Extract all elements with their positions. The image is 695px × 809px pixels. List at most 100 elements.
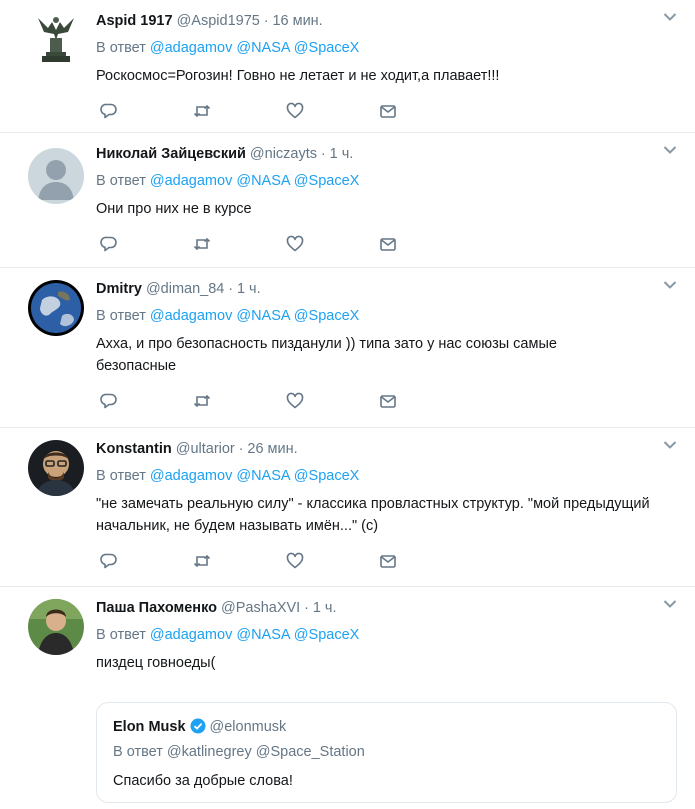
retweet-button[interactable] (189, 389, 282, 413)
retweet-button[interactable] (189, 99, 282, 123)
mention-link[interactable]: @NASA (236, 173, 289, 189)
like-button[interactable] (282, 99, 375, 123)
retweet-icon (193, 394, 211, 408)
avatar[interactable] (28, 148, 84, 204)
chevron-down-icon[interactable] (663, 440, 677, 450)
tweet-actions (96, 232, 683, 256)
mention-link[interactable]: @SpaceX (294, 627, 360, 643)
chevron-down-icon[interactable] (663, 145, 677, 155)
mention-link[interactable]: @adagamov (150, 627, 232, 643)
mention-link[interactable]: @SpaceX (294, 308, 360, 324)
mention-link[interactable]: @NASA (236, 308, 289, 324)
reply-icon (100, 553, 117, 569)
tweet[interactable]: Николай Зайцевский @niczayts · 1 ч. В отв… (0, 133, 695, 268)
mention-link[interactable]: @NASA (236, 40, 289, 56)
reply-prefix: В ответ (96, 173, 146, 189)
reply-button[interactable] (96, 389, 189, 413)
mention-link[interactable]: @NASA (236, 468, 289, 484)
tweet[interactable]: Dmitry @diman_84 · 1 ч. В ответ @adagamov… (0, 268, 695, 428)
mention-link[interactable]: @adagamov (150, 40, 232, 56)
separator-dot: · (238, 441, 244, 457)
envelope-icon (380, 105, 396, 118)
avatar[interactable] (28, 10, 84, 66)
separator-dot: · (228, 281, 234, 297)
quoted-tweet-header: Elon Musk @elonmusk (113, 715, 660, 737)
user-handle[interactable]: @diman_84 (146, 281, 224, 297)
user-handle[interactable]: @Aspid1975 (177, 13, 260, 29)
reply-icon (100, 103, 117, 119)
separator-dot: · (320, 146, 326, 162)
reply-button[interactable] (96, 99, 189, 123)
reply-prefix: В ответ (113, 744, 163, 760)
mention-link[interactable]: @NASA (236, 627, 289, 643)
mention-text: @katlinegrey (166, 744, 252, 760)
reply-button[interactable] (96, 232, 189, 256)
reply-context: В ответ @adagamov @NASA @SpaceX (96, 171, 683, 191)
retweet-icon (193, 104, 211, 118)
reply-button[interactable] (96, 549, 189, 573)
separator-dot: · (304, 600, 309, 616)
chevron-down-icon[interactable] (663, 280, 677, 290)
mention-link[interactable]: @adagamov (150, 468, 232, 484)
avatar[interactable] (28, 440, 84, 496)
retweet-button[interactable] (189, 232, 282, 256)
like-button[interactable] (282, 389, 375, 413)
user-name[interactable]: Николай Зайцевский (96, 146, 246, 162)
quoted-user-handle: @elonmusk (209, 719, 287, 735)
mention-link[interactable]: @SpaceX (294, 173, 360, 189)
tweet-actions (96, 99, 683, 123)
avatar[interactable] (28, 280, 84, 336)
tweet[interactable]: Konstantin @ultarior · 26 мин. В ответ @a… (0, 428, 695, 587)
tweet-header: Николай Зайцевский @niczayts · 1 ч. (96, 143, 683, 163)
user-handle[interactable]: @PashaXVI (221, 600, 300, 616)
user-name[interactable]: Konstantin (96, 441, 172, 457)
reply-prefix: В ответ (96, 40, 146, 56)
envelope-icon (380, 555, 396, 568)
user-name[interactable]: Dmitry (96, 281, 142, 297)
retweet-button[interactable] (189, 549, 282, 573)
quoted-reply-context: В ответ @katlinegrey @Space_Station (113, 742, 660, 762)
mention-link[interactable]: @adagamov (150, 308, 232, 324)
tweet[interactable]: Aspid 1917 @Aspid1975 · 16 мин. В ответ @… (0, 0, 695, 133)
quoted-tweet-text: Спасибо за добрые слова! (113, 773, 293, 789)
mention-text: @Space_Station (255, 744, 365, 760)
heart-icon (286, 552, 304, 569)
user-handle[interactable]: @ultarior (176, 441, 235, 457)
message-button[interactable] (375, 232, 468, 256)
tweet-header: Konstantin @ultarior · 26 мин. (96, 438, 683, 458)
separator-dot: · (263, 13, 269, 29)
quoted-tweet[interactable]: Elon Musk @elonmusk В ответ @katlinegrey … (96, 702, 677, 803)
like-button[interactable] (282, 232, 375, 256)
tweet-text: Ахха, и про безопасность пизданули )) ти… (96, 336, 557, 374)
quoted-user-name: Elon Musk (113, 719, 186, 735)
user-name[interactable]: Паша Пахоменко (96, 600, 217, 616)
tweet-time[interactable]: 1 ч. (313, 600, 337, 616)
tweet[interactable]: Паша Пахоменко @PashaXVI · 1 ч. В ответ @… (0, 587, 695, 809)
reply-icon (100, 236, 117, 252)
message-button[interactable] (375, 549, 468, 573)
tweet-actions (96, 549, 683, 573)
avatar[interactable] (28, 599, 84, 655)
mention-link[interactable]: @SpaceX (294, 40, 360, 56)
tweet-text: "не замечать реальную силу" - классика п… (96, 496, 650, 534)
user-name[interactable]: Aspid 1917 (96, 13, 173, 29)
tweet-time[interactable]: 1 ч. (237, 281, 261, 297)
message-button[interactable] (375, 99, 468, 123)
chevron-down-icon[interactable] (663, 12, 677, 22)
verified-badge-icon (190, 718, 206, 734)
heart-icon (286, 235, 304, 252)
tweet-header: Dmitry @diman_84 · 1 ч. (96, 278, 683, 298)
chevron-down-icon[interactable] (663, 599, 677, 609)
mention-link[interactable]: @SpaceX (294, 468, 360, 484)
heart-icon (286, 392, 304, 409)
tweet-time[interactable]: 1 ч. (330, 146, 354, 162)
message-button[interactable] (375, 389, 468, 413)
tweet-time[interactable]: 16 мин. (272, 13, 322, 29)
mention-link[interactable]: @adagamov (150, 173, 232, 189)
tweet-time[interactable]: 26 мин. (247, 441, 297, 457)
envelope-icon (380, 395, 396, 408)
user-handle[interactable]: @niczayts (250, 146, 317, 162)
like-button[interactable] (282, 549, 375, 573)
retweet-icon (193, 237, 211, 251)
tweet-text: Они про них не в курсе (96, 201, 252, 217)
